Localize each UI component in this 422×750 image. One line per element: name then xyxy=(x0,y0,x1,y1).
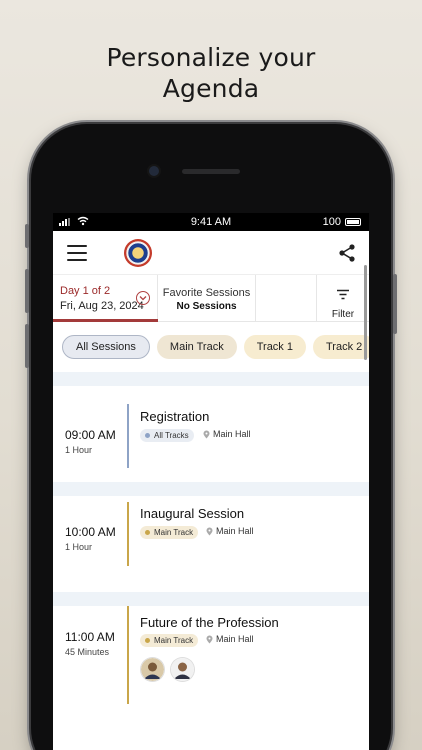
filter-label: Filter xyxy=(331,309,355,320)
headline-line-2: Agenda xyxy=(162,74,260,103)
section-divider xyxy=(53,482,369,496)
agenda-tabs: Day 1 of 2 Fri, Aug 23, 2024 Favorite Se… xyxy=(53,275,369,322)
filter-icon xyxy=(337,289,349,300)
active-tab-indicator xyxy=(53,319,158,322)
speaker-avatar[interactable] xyxy=(171,658,194,681)
track-tag: All Tracks xyxy=(140,429,194,442)
status-bar: 9:41 AM 100 xyxy=(53,213,369,231)
session-location: Main Hall xyxy=(206,526,254,536)
headline-line-1: Personalize your xyxy=(106,43,316,72)
tab-spacer xyxy=(256,275,317,321)
section-divider xyxy=(53,372,369,386)
location-label: Main Hall xyxy=(216,526,254,536)
speaker-avatar[interactable] xyxy=(141,658,164,681)
track-filter-chips: All Sessions Main Track Track 1 Track 2 xyxy=(53,322,369,372)
session-title: Registration xyxy=(140,409,210,424)
track-color-bar xyxy=(127,404,129,468)
track-tag: Main Track xyxy=(140,526,199,539)
promo-headline: Personalize your Agenda xyxy=(0,42,422,104)
battery-indicator: 100 xyxy=(323,216,361,228)
session-title: Inaugural Session xyxy=(140,506,245,521)
session-location: Main Hall xyxy=(206,634,254,644)
hamburger-menu-icon[interactable] xyxy=(67,245,87,261)
session-time: 11:00 AM xyxy=(65,630,115,644)
location-label: Main Hall xyxy=(216,634,254,644)
session-duration: 45 Minutes xyxy=(65,647,110,657)
battery-level: 100 xyxy=(322,216,341,228)
battery-icon xyxy=(345,218,361,226)
front-camera xyxy=(149,166,159,176)
volume-down-button xyxy=(25,324,29,368)
session-card[interactable]: 11:00 AM 45 Minutes Future of the Profes… xyxy=(53,606,369,746)
favorites-label: Favorite Sessions xyxy=(162,287,251,299)
tab-day-selector[interactable]: Day 1 of 2 Fri, Aug 23, 2024 xyxy=(53,275,158,322)
app-screen: 9:41 AM 100 Day 1 of 2 Fri, Aug 23, 2024… xyxy=(53,213,369,750)
session-card[interactable]: 09:00 AM 1 Hour Registration All Tracks … xyxy=(53,386,369,482)
location-pin-icon xyxy=(206,527,213,535)
volume-up-button xyxy=(25,269,29,313)
chevron-down-icon[interactable] xyxy=(136,291,150,305)
chip-track-2[interactable]: Track 2 xyxy=(312,335,369,359)
favorites-count: No Sessions xyxy=(176,301,237,312)
session-card[interactable]: 10:00 AM 1 Hour Inaugural Session Main T… xyxy=(53,496,369,592)
earpiece-speaker xyxy=(182,169,240,174)
session-time: 09:00 AM xyxy=(65,428,116,442)
tab-favorite-sessions[interactable]: Favorite Sessions No Sessions xyxy=(158,275,256,321)
location-pin-icon xyxy=(203,430,210,438)
chip-track-1[interactable]: Track 1 xyxy=(243,335,306,359)
chip-all-sessions[interactable]: All Sessions xyxy=(62,335,150,359)
share-icon[interactable] xyxy=(337,243,357,263)
section-divider xyxy=(53,592,369,606)
institute-logo xyxy=(124,239,152,267)
filter-button[interactable]: Filter xyxy=(317,275,369,321)
location-pin-icon xyxy=(206,635,213,643)
power-button xyxy=(393,274,397,334)
session-title: Future of the Profession xyxy=(140,615,279,630)
session-location: Main Hall xyxy=(203,429,251,439)
mute-switch xyxy=(25,224,29,248)
session-time: 10:00 AM xyxy=(65,525,116,539)
track-color-bar xyxy=(127,606,129,704)
track-tag: Main Track xyxy=(140,634,199,647)
status-time: 9:41 AM xyxy=(190,216,232,228)
session-duration: 1 Hour xyxy=(65,542,93,552)
track-color-bar xyxy=(127,502,129,566)
location-label: Main Hall xyxy=(213,429,251,439)
scrollbar[interactable] xyxy=(364,265,367,360)
session-duration: 1 Hour xyxy=(65,445,93,455)
chip-main-track[interactable]: Main Track xyxy=(156,335,237,359)
app-bar xyxy=(53,231,369,275)
